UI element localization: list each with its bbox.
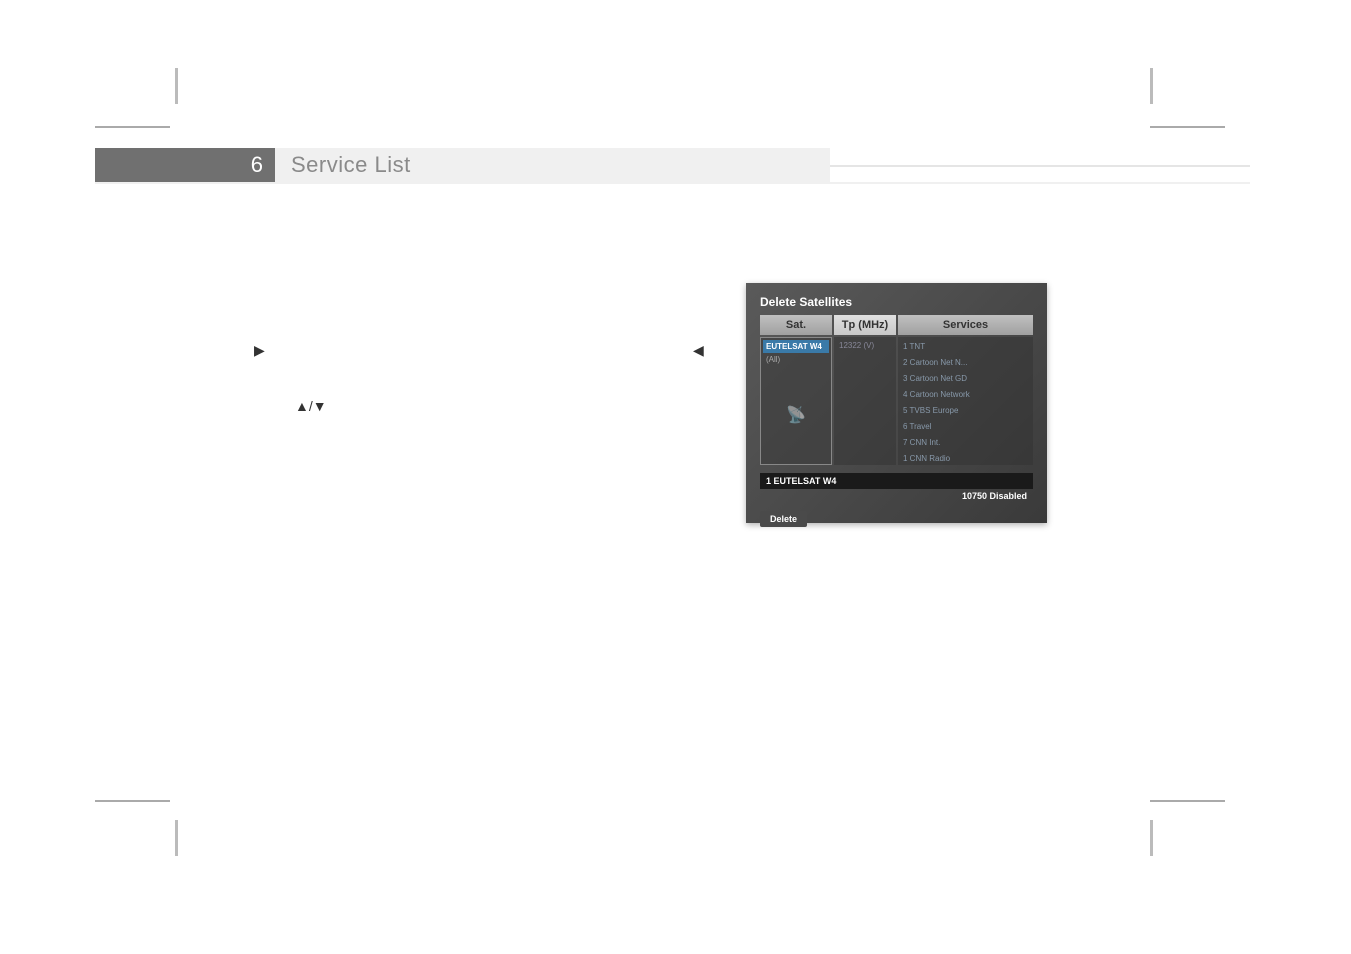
service-item[interactable]: 2 Cartoon Net N... (900, 355, 1031, 371)
header-rule (1150, 126, 1225, 128)
service-item[interactable]: 1 CNN Radio (900, 451, 1031, 467)
crop-mark (175, 68, 178, 104)
status-left-text: 1 EUTELSAT W4 (766, 476, 836, 486)
services-column-header: Services (898, 315, 1033, 335)
section-title: Service List (275, 148, 830, 182)
satellite-dish-icon: 📡 (763, 365, 829, 425)
section-number: 6 (95, 148, 275, 182)
service-item[interactable]: 7 CNN Int. (900, 435, 1031, 451)
panel-header-row: Sat. Tp (MHz) Services (760, 315, 1033, 335)
footer-rule (95, 800, 170, 802)
tp-item[interactable]: 12322 (V) (836, 339, 894, 352)
header-rule (95, 126, 170, 128)
delete-satellites-dialog: Delete Satellites Sat. Tp (MHz) Services… (746, 283, 1047, 523)
sat-item-all[interactable]: (All) (763, 354, 829, 365)
panel-body: EUTELSAT W4 (All) 📡 12322 (V) 1 TNT 2 Ca… (760, 337, 1033, 465)
dialog-title: Delete Satellites (760, 295, 1033, 309)
tp-column[interactable]: 12322 (V) (834, 337, 896, 465)
status-right-text: 10750 Disabled (962, 491, 1027, 501)
right-arrow-icon: ▶ (254, 342, 265, 359)
delete-button[interactable]: Delete (760, 511, 807, 527)
services-column[interactable]: 1 TNT 2 Cartoon Net N... 3 Cartoon Net G… (898, 337, 1033, 465)
crop-mark (1150, 68, 1153, 104)
tp-column-header: Tp (MHz) (834, 315, 896, 335)
left-arrow-icon: ◀ (693, 342, 704, 359)
sat-item-selected[interactable]: EUTELSAT W4 (763, 340, 829, 353)
header-rule (95, 182, 1250, 184)
status-bar-left: 1 EUTELSAT W4 (760, 473, 1033, 489)
service-item[interactable]: 4 Cartoon Network (900, 387, 1031, 403)
service-item[interactable]: 3 Cartoon Net GD (900, 371, 1031, 387)
section-header: 6 Service List (95, 148, 830, 182)
sat-column[interactable]: EUTELSAT W4 (All) 📡 (760, 337, 832, 465)
updown-arrow-icon: ▲/▼ (295, 398, 327, 414)
sat-column-header: Sat. (760, 315, 832, 335)
header-rule (830, 165, 1250, 167)
service-item[interactable]: 6 Travel (900, 419, 1031, 435)
footer-rule (1150, 800, 1225, 802)
crop-mark (1150, 820, 1153, 856)
service-item[interactable]: 1 TNT (900, 339, 1031, 355)
crop-mark (175, 820, 178, 856)
status-bar-right: 10750 Disabled (760, 491, 1033, 501)
service-item[interactable]: 5 TVBS Europe (900, 403, 1031, 419)
